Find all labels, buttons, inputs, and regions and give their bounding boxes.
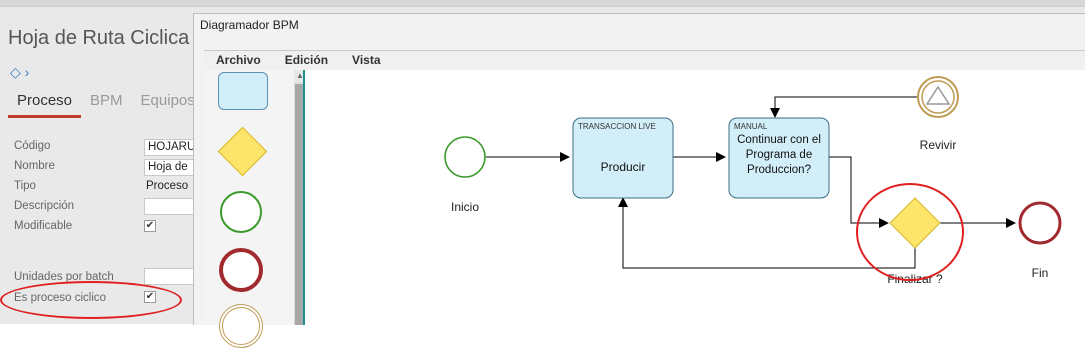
shape-palette: ▲ — [204, 70, 306, 348]
palette-start-event-shape[interactable] — [220, 191, 262, 233]
tab-proceso[interactable]: Proceso — [8, 92, 82, 118]
modificable-checkbox[interactable]: ✔ — [144, 220, 156, 232]
window-title: Diagramador BPM — [200, 18, 299, 32]
end-event[interactable] — [1018, 201, 1062, 245]
top-bar — [0, 0, 1085, 7]
fin-label: Fin — [1032, 266, 1049, 280]
diagram-svg: Inicio TRANSACCION LIVE Producir MANUAL … — [444, 76, 1062, 286]
inicio-label: Inicio — [451, 200, 479, 214]
continuar-label-line-2: Programa de — [746, 149, 812, 161]
page-title: Hoja de Ruta Ciclica — [8, 27, 190, 49]
tipo-label: Tipo — [14, 180, 36, 192]
tab-bar: Proceso BPM Equipos — [8, 92, 204, 118]
gateway-finalizar[interactable] — [889, 197, 941, 249]
palette-end-event-shape[interactable] — [219, 248, 263, 292]
menu-archivo[interactable]: Archivo — [204, 51, 273, 70]
flow-revivir-continuar[interactable] — [770, 96, 917, 118]
producir-label: Producir — [601, 160, 646, 174]
nombre-label: Nombre — [14, 160, 55, 172]
menu-vista[interactable]: Vista — [340, 51, 392, 70]
tipo-select[interactable]: Proceso — [146, 180, 188, 192]
intermediate-event-revivir[interactable] — [917, 76, 959, 118]
tab-bpm[interactable]: BPM — [81, 92, 132, 118]
menu-bar: Archivo Edición Vista — [204, 50, 1085, 71]
bpm-window: Diagramador BPM Archivo Edición Vista ▲ — [193, 13, 1085, 348]
highlight-ellipse — [0, 281, 182, 319]
producir-type-label: TRANSACCION LIVE — [578, 122, 656, 131]
flow-finalizar-producir[interactable] — [618, 197, 916, 269]
continuar-label-line-1: Continuar con el — [737, 134, 821, 146]
continuar-type-label: MANUAL — [734, 122, 768, 131]
palette-intermediate-event-shape[interactable] — [219, 304, 263, 348]
menu-edicion[interactable]: Edición — [273, 51, 340, 70]
revivir-label: Revivir — [920, 138, 957, 152]
start-event[interactable] — [444, 136, 486, 178]
palette-task-shape[interactable] — [218, 72, 268, 110]
tag-icon[interactable]: ◇ — [10, 64, 21, 80]
continuar-label-line-3: Produccion? — [747, 164, 811, 176]
tag-row[interactable]: ◇ › — [10, 64, 29, 81]
palette-gateway-shape[interactable] — [217, 126, 268, 177]
descripcion-label: Descripción — [14, 200, 75, 212]
modificable-label: Modificable — [14, 220, 73, 232]
diagram-canvas[interactable]: Inicio TRANSACCION LIVE Producir MANUAL … — [305, 70, 1085, 325]
codigo-label: Código — [14, 140, 51, 152]
chevron-right-icon[interactable]: › — [25, 64, 30, 80]
flow-continuar-finalizar[interactable] — [829, 156, 889, 228]
